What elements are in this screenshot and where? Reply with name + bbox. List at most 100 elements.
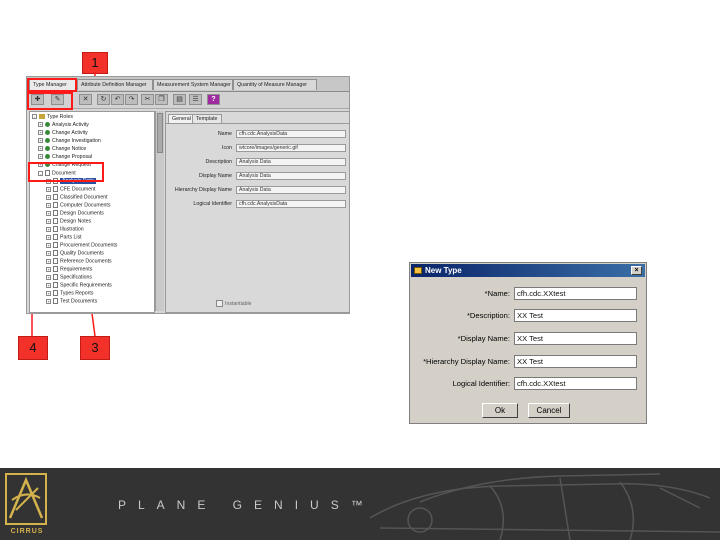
- document-icon: [53, 250, 58, 256]
- expand-icon[interactable]: +: [46, 210, 51, 216]
- tree-item-label: Procurement Documents: [60, 242, 118, 249]
- field-value[interactable]: cfh.cdc.AnalysisData: [236, 130, 346, 138]
- delete-icon[interactable]: ✕: [79, 94, 92, 105]
- tree-item[interactable]: + Change Activity: [38, 130, 88, 137]
- field-label: Icon: [221, 145, 232, 151]
- expand-icon[interactable]: +: [38, 146, 43, 152]
- dialog-field-label: *Description:: [466, 311, 510, 320]
- tree-item[interactable]: + Specific Requirements: [46, 282, 112, 289]
- tree-item-label: Quality Documents: [60, 250, 104, 257]
- field-value[interactable]: Analysis Data: [236, 158, 346, 166]
- expand-icon[interactable]: +: [38, 154, 43, 160]
- tree-item[interactable]: + Reference Documents: [46, 258, 112, 265]
- tree-item[interactable]: + Classified Document: [46, 194, 108, 201]
- tree-item[interactable]: + Test Documents: [46, 298, 97, 305]
- dialog-field-input[interactable]: XX Test: [514, 355, 637, 368]
- expand-icon[interactable]: +: [46, 298, 51, 304]
- tree-item-label: Parts List: [60, 234, 82, 241]
- tree-item[interactable]: + Procurement Documents: [46, 242, 117, 249]
- type-detail-panel: General Template Name cfh.cdc.AnalysisDat…: [165, 111, 349, 313]
- tree-item[interactable]: + Quality Documents: [46, 250, 104, 257]
- tree-item[interactable]: + Specifications: [46, 274, 92, 281]
- tab-general[interactable]: General: [168, 114, 195, 123]
- document-icon: [53, 218, 58, 224]
- expand-icon[interactable]: +: [46, 194, 51, 200]
- ok-button[interactable]: Ok: [482, 403, 518, 418]
- dialog-field-input[interactable]: XX Test: [514, 309, 637, 322]
- highlight-new-type-button: [27, 92, 73, 110]
- help-icon[interactable]: ?: [207, 94, 220, 105]
- new-type-dialog: New Type × *Name: cfh.cdc.XXtest *Descript…: [409, 262, 647, 424]
- expand-icon[interactable]: +: [46, 290, 51, 296]
- tab-quantity-of-measure-manager[interactable]: Quantity of Measure Manager: [233, 79, 317, 90]
- expand-icon[interactable]: +: [46, 202, 51, 208]
- activity-icon: [45, 138, 50, 144]
- expand-icon[interactable]: +: [46, 282, 51, 288]
- tree-item-label: Illustration: [60, 226, 84, 233]
- instantiable-label: Instantiable: [225, 300, 252, 307]
- activity-icon: [45, 154, 50, 160]
- paste-icon[interactable]: ▤: [173, 94, 186, 105]
- tab-measurement-system-manager[interactable]: Measurement System Manager: [153, 79, 233, 90]
- tree-item[interactable]: + Types Reports: [46, 290, 93, 297]
- tree-item[interactable]: + Computer Documents: [46, 202, 110, 209]
- tree-item-label: Classified Document: [60, 194, 108, 201]
- tree-item-label: Change Notice: [52, 146, 87, 152]
- expand-icon[interactable]: +: [46, 226, 51, 232]
- field-value[interactable]: wtcore/images/generic.gif: [236, 144, 346, 152]
- activity-icon: [45, 122, 50, 128]
- expand-icon[interactable]: +: [38, 138, 43, 144]
- redo-icon[interactable]: ↷: [125, 94, 138, 105]
- undo-icon[interactable]: ↶: [111, 94, 124, 105]
- dialog-field-input[interactable]: cfh.cdc.XXtest: [514, 377, 637, 390]
- airplane-outline-graphic: [369, 473, 720, 540]
- tree-item-label: Analysis Activity: [52, 122, 89, 128]
- dialog-field-label: *Hierarchy Display Name:: [423, 357, 510, 366]
- tree-item-label: Types Reports: [60, 290, 94, 297]
- expand-icon[interactable]: +: [46, 186, 51, 192]
- tree-item[interactable]: + Requirements: [46, 266, 92, 273]
- type-tree[interactable]: - Type Roles + Analysis Activity + Change Act…: [29, 111, 155, 313]
- tree-item[interactable]: - Type Roles: [32, 114, 73, 121]
- instantiable-checkbox[interactable]: Instantiable: [216, 300, 252, 307]
- tree-item[interactable]: + CFE Document: [46, 186, 95, 193]
- field-value[interactable]: Analysis Data: [236, 186, 346, 194]
- dialog-field-input[interactable]: XX Test: [514, 332, 637, 345]
- highlight-type-manager-tab: [27, 78, 77, 92]
- expand-icon[interactable]: +: [46, 242, 51, 248]
- tree-item-label: Requirements: [60, 266, 93, 273]
- tree-item[interactable]: + Change Investigation: [38, 138, 101, 145]
- expand-icon[interactable]: +: [46, 258, 51, 264]
- expand-icon[interactable]: +: [46, 274, 51, 280]
- cancel-button[interactable]: Cancel: [528, 403, 570, 418]
- copy-icon[interactable]: ❐: [155, 94, 168, 105]
- dialog-field-input[interactable]: cfh.cdc.XXtest: [514, 287, 637, 300]
- field-value[interactable]: cfh.cdc.AnalysisData: [236, 200, 346, 208]
- tree-item[interactable]: + Analysis Activity: [38, 122, 89, 129]
- expand-icon[interactable]: +: [46, 266, 51, 272]
- tab-attribute-definition-manager[interactable]: Attribute Definition Manager: [77, 79, 153, 90]
- tree-icon[interactable]: ☰: [189, 94, 202, 105]
- expand-icon[interactable]: +: [46, 250, 51, 256]
- tree-item[interactable]: + Change Notice: [38, 146, 86, 153]
- expand-icon[interactable]: +: [38, 122, 43, 128]
- close-icon[interactable]: ×: [631, 266, 642, 275]
- tree-item[interactable]: + Design Documents: [46, 210, 104, 217]
- refresh-icon[interactable]: ↻: [97, 94, 110, 105]
- expand-icon[interactable]: +: [38, 130, 43, 136]
- tree-item[interactable]: + Parts List: [46, 234, 82, 241]
- expand-icon[interactable]: +: [46, 234, 51, 240]
- tree-scrollbar[interactable]: [155, 111, 164, 311]
- tree-item-label: Computer Documents: [60, 202, 111, 209]
- field-label: Description: [205, 159, 233, 165]
- tree-item[interactable]: + Illustration: [46, 226, 84, 233]
- tree-item[interactable]: + Design Notes: [46, 218, 91, 225]
- tab-template[interactable]: Template: [192, 114, 222, 123]
- field-value[interactable]: Analysis Data: [236, 172, 346, 180]
- tree-item[interactable]: + Change Proposal: [38, 154, 92, 161]
- expand-icon[interactable]: +: [46, 218, 51, 224]
- scrollbar-thumb[interactable]: [157, 113, 163, 153]
- cut-icon[interactable]: ✂: [141, 94, 154, 105]
- collapse-icon[interactable]: -: [32, 114, 37, 120]
- dialog-field-label: *Display Name:: [457, 334, 510, 343]
